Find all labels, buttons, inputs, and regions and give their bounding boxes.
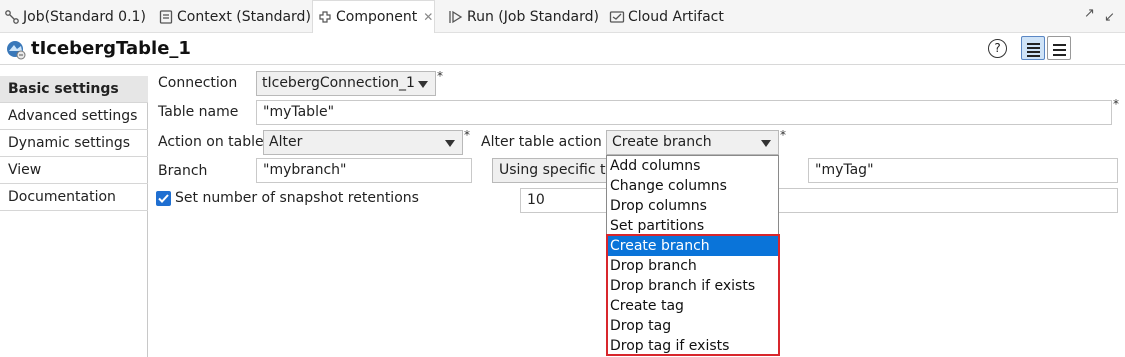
tab-context-label: Context (Standard) xyxy=(177,8,311,25)
tab-run[interactable]: Run (Job Standard) xyxy=(448,0,599,33)
action-on-table-value: Alter xyxy=(269,134,303,150)
nav-advanced-settings[interactable]: Advanced settings xyxy=(0,103,148,130)
snapshot-retentions-label: Set number of snapshot retentions xyxy=(175,190,419,206)
iceberg-component-icon xyxy=(6,40,26,60)
nav-view[interactable]: View xyxy=(0,157,148,184)
run-icon xyxy=(448,9,464,25)
tab-job-label: Job(Standard 0.1) xyxy=(23,8,146,25)
connection-value: tIcebergConnection_1 xyxy=(262,75,415,91)
alter-table-action-value: Create branch xyxy=(612,134,712,150)
branch-source-select[interactable]: Using specific ta xyxy=(492,158,610,183)
nav-documentation[interactable]: Documentation xyxy=(0,184,148,211)
tab-cloud-artifact-label: Cloud Artifact xyxy=(628,8,724,25)
tag-input[interactable]: "myTag" xyxy=(808,158,1118,183)
editor-tab-bar: Job(Standard 0.1) Context (Standard) Com… xyxy=(0,0,1125,33)
table-name-input[interactable]: "myTable" xyxy=(256,100,1112,125)
component-header: tIcebergTable_1 ? xyxy=(0,33,1125,65)
tab-run-label: Run (Job Standard) xyxy=(467,8,599,25)
alter-table-action-label: Alter table action xyxy=(481,134,602,150)
tab-component[interactable]: Component ✕ xyxy=(312,0,435,33)
required-marker: * xyxy=(1113,97,1119,111)
chevron-down-icon xyxy=(761,140,771,147)
list-view-icon[interactable] xyxy=(1021,36,1045,60)
tab-context[interactable]: Context (Standard) xyxy=(158,0,311,33)
help-icon[interactable]: ? xyxy=(988,39,1007,58)
restore-icon[interactable]: ↙ xyxy=(1104,10,1115,25)
highlight-annotation-box xyxy=(606,234,780,356)
nav-basic-settings[interactable]: Basic settings xyxy=(0,76,148,103)
dropdown-option[interactable]: Change columns xyxy=(607,176,778,196)
job-icon xyxy=(4,9,20,25)
tab-cloud-artifact[interactable]: Cloud Artifact xyxy=(609,0,724,33)
cloud-artifact-icon xyxy=(609,9,625,25)
connection-select[interactable]: tIcebergConnection_1 xyxy=(256,71,436,96)
chevron-down-icon xyxy=(445,140,455,147)
branch-input[interactable]: "mybranch" xyxy=(256,158,472,183)
context-icon xyxy=(158,9,174,25)
dropdown-option[interactable]: Add columns xyxy=(607,156,778,176)
branch-label: Branch xyxy=(158,163,208,179)
alter-table-action-select[interactable]: Create branch xyxy=(606,130,779,155)
dropdown-option[interactable]: Set partitions xyxy=(607,216,778,236)
minimize-icon[interactable]: ↗ xyxy=(1084,6,1095,21)
snapshot-retentions-checkbox[interactable] xyxy=(156,191,171,206)
required-marker: * xyxy=(780,128,786,142)
table-name-label: Table name xyxy=(158,104,239,120)
action-on-table-label: Action on table xyxy=(158,134,264,150)
page-title: tIcebergTable_1 xyxy=(31,38,191,59)
connection-label: Connection xyxy=(158,75,238,91)
tab-job[interactable]: Job(Standard 0.1) xyxy=(4,0,146,33)
component-icon xyxy=(317,9,333,25)
settings-nav: Basic settings Advanced settings Dynamic… xyxy=(0,76,148,357)
action-on-table-select[interactable]: Alter xyxy=(263,130,463,155)
table-view-icon[interactable] xyxy=(1047,36,1071,60)
nav-dynamic-settings[interactable]: Dynamic settings xyxy=(0,130,148,157)
tab-component-label: Component xyxy=(336,9,418,25)
dropdown-option[interactable]: Drop columns xyxy=(607,196,778,216)
chevron-down-icon xyxy=(418,81,428,88)
required-marker: * xyxy=(437,69,443,83)
required-marker: * xyxy=(464,128,470,142)
close-icon[interactable]: ✕ xyxy=(423,10,433,24)
